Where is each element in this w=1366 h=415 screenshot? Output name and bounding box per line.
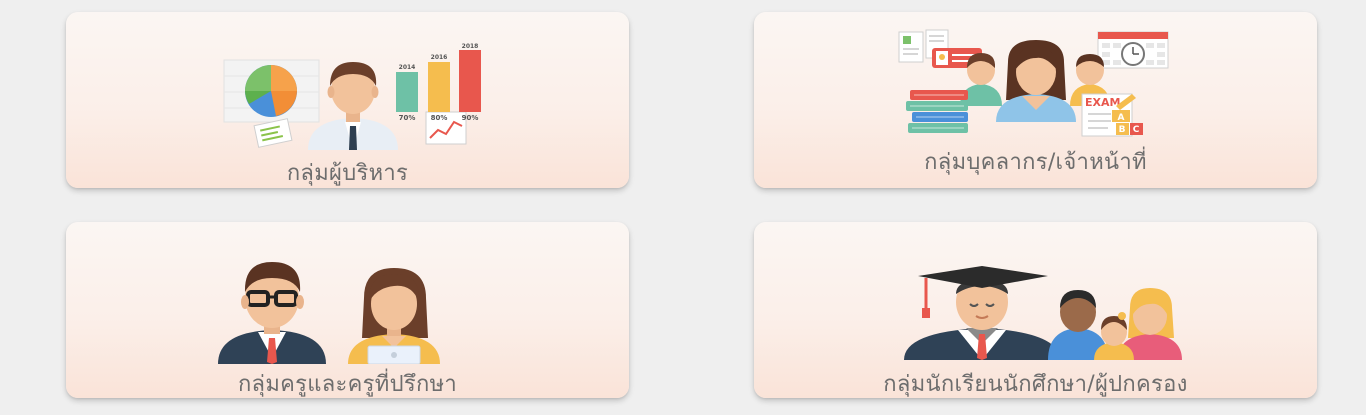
svg-text:A: A (1118, 113, 1125, 123)
graduate-icon (904, 266, 1060, 360)
card-executives[interactable]: 2014 2016 2018 70% 80% 90% กลุ่มผู้บริหา… (66, 12, 629, 188)
card-label: กลุ่มนักเรียนนักศึกษา/ผู้ปกครอง (883, 372, 1188, 397)
card-label: กลุ่มผู้บริหาร (286, 161, 409, 186)
executive-chart-icon: 2014 2016 2018 70% 80% 90% (223, 43, 481, 150)
percent-label: 90% (462, 114, 479, 122)
percent-label: 70% (399, 114, 416, 122)
staff-group-icon: EXAM A B C (898, 29, 1169, 137)
svg-text:B: B (1119, 125, 1126, 135)
girl-icon (1094, 312, 1134, 360)
staff-person-center (996, 40, 1076, 122)
female-teacher-icon (348, 268, 440, 364)
male-teacher-icon (218, 262, 326, 364)
businessman-icon (308, 62, 398, 150)
card-label: กลุ่มครูและครูที่ปรึกษา (237, 372, 458, 397)
pie-chart-icon (245, 65, 297, 117)
card-teachers[interactable]: กลุ่มครูและครูที่ปรึกษา (66, 222, 629, 398)
graduate-family-icon (904, 266, 1182, 360)
card-label: กลุ่มบุคลากร/เจ้าหน้าที่ (924, 150, 1147, 175)
card-staff[interactable]: EXAM A B C กลุ่มบุคลากร/เจ้าหน้าที่ (754, 12, 1317, 188)
exam-paper-icon: EXAM A B C (1081, 93, 1143, 137)
teachers-icon (218, 262, 440, 364)
exam-text: EXAM (1085, 96, 1120, 109)
books-icon (906, 90, 968, 133)
year-label: 2016 (431, 54, 448, 61)
card-students-parents[interactable]: กลุ่มนักเรียนนักศึกษา/ผู้ปกครอง (754, 222, 1317, 398)
year-label: 2014 (399, 64, 416, 71)
svg-text:C: C (1133, 125, 1140, 135)
percent-label: 80% (431, 114, 448, 122)
year-label: 2018 (462, 43, 479, 50)
